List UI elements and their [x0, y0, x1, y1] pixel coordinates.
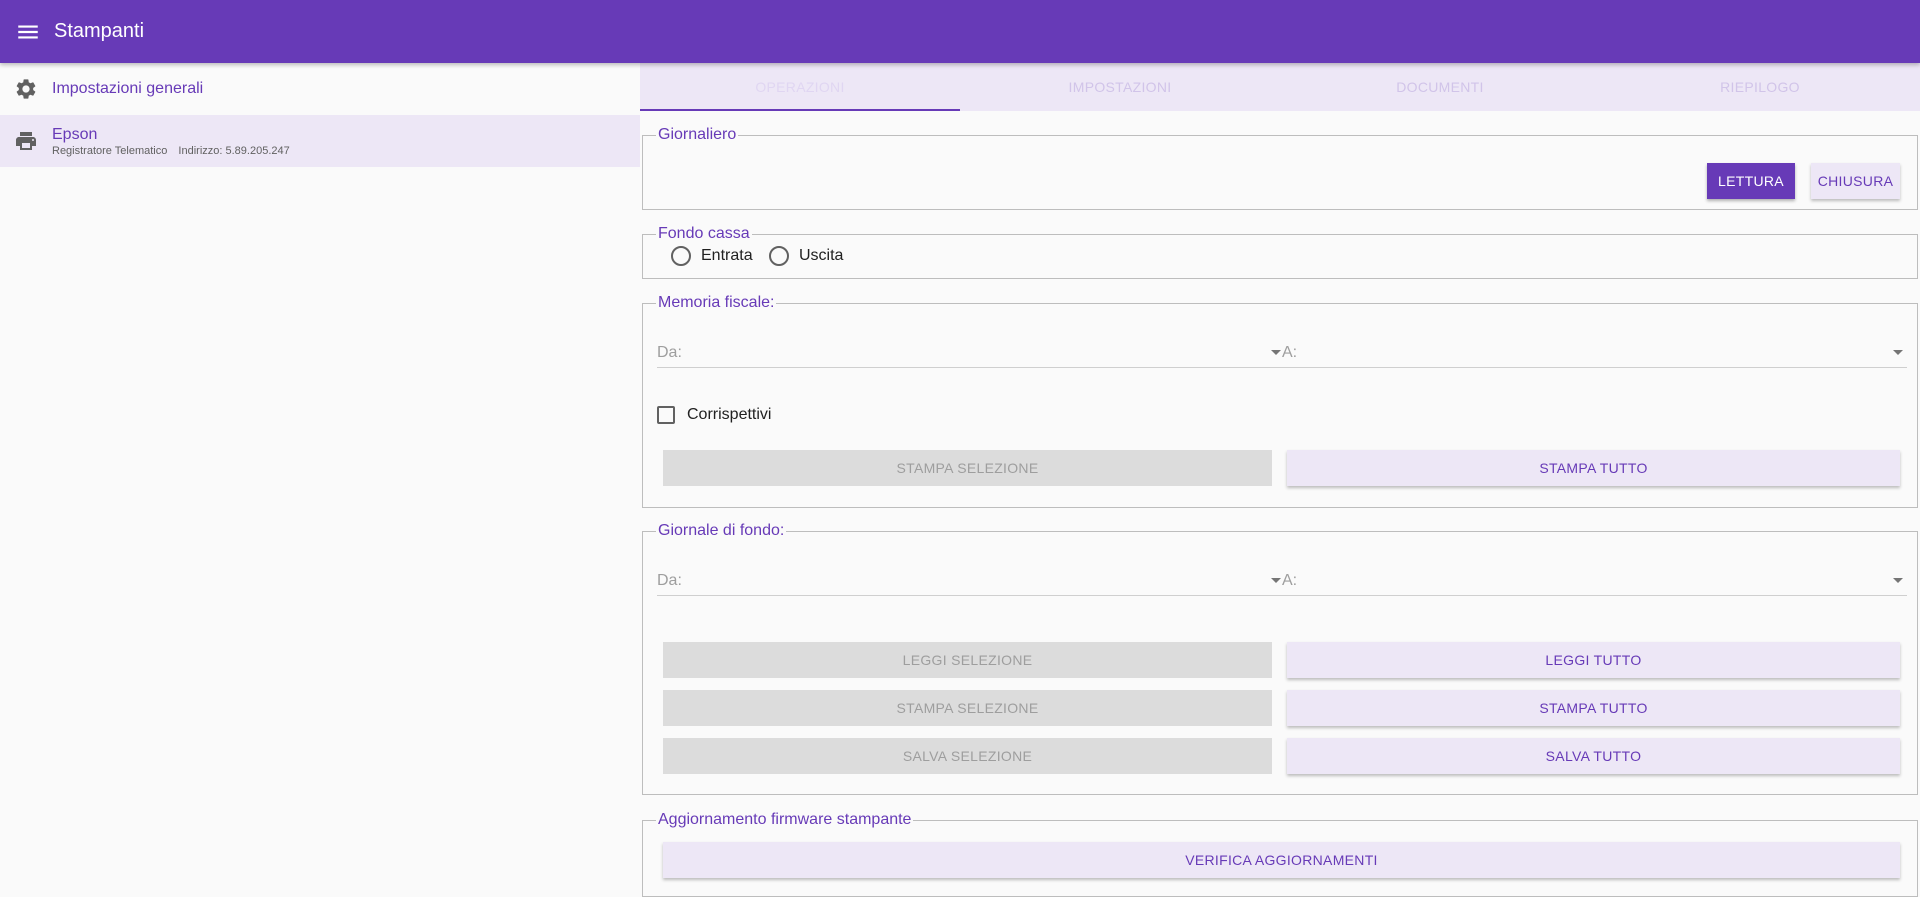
- uscita-option[interactable]: Uscita: [769, 246, 843, 266]
- entrata-radio[interactable]: [671, 246, 691, 266]
- sidebar-item-epson[interactable]: Epson Registratore Telematico Indirizzo:…: [0, 115, 640, 167]
- uscita-radio[interactable]: [769, 246, 789, 266]
- app-bar: Stampanti: [0, 0, 1920, 63]
- tab-impostazioni[interactable]: IMPOSTAZIONI: [960, 63, 1280, 111]
- tab-bar: OPERAZIONI IMPOSTAZIONI DOCUMENTI RIEPIL…: [640, 63, 1920, 111]
- menu-icon[interactable]: [14, 18, 42, 46]
- giornaliero-legend: Giornaliero: [658, 126, 737, 143]
- corrispettivi-option[interactable]: Corrispettivi: [657, 406, 771, 424]
- entrata-option[interactable]: Entrata: [671, 246, 753, 266]
- giornale-da-select[interactable]: Da:: [657, 566, 1285, 596]
- memoria-fiscale-legend: Memoria fiscale:: [658, 294, 775, 311]
- memoria-da-select[interactable]: Da:: [657, 338, 1285, 368]
- entrata-label: Entrata: [701, 247, 753, 264]
- sidebar-item-label: Impostazioni generali: [52, 80, 204, 97]
- sidebar-item-general-settings[interactable]: Impostazioni generali: [0, 63, 640, 115]
- chevron-down-icon: [1271, 578, 1281, 583]
- fondo-cassa-section: Fondo cassa Entrata Uscita: [642, 226, 1918, 279]
- gear-icon: [13, 76, 39, 102]
- lettura-button[interactable]: LETTURA: [1707, 163, 1795, 199]
- memoria-stampa-selezione-button[interactable]: STAMPA SELEZIONE: [663, 450, 1272, 486]
- uscita-label: Uscita: [799, 247, 844, 264]
- salva-tutto-button[interactable]: SALVA TUTTO: [1287, 738, 1900, 774]
- memoria-da-label: Da:: [657, 343, 682, 361]
- memoria-stampa-tutto-button[interactable]: STAMPA TUTTO: [1287, 450, 1900, 486]
- memoria-a-label: A:: [1282, 343, 1298, 361]
- giornale-fondo-legend: Giornale di fondo:: [658, 522, 785, 539]
- giornaliero-section: Giornaliero LETTURA CHIUSURA: [642, 127, 1918, 210]
- giornale-da-label: Da:: [657, 571, 682, 589]
- giornale-stampa-tutto-button[interactable]: STAMPA TUTTO: [1287, 690, 1900, 726]
- printer-type: Registratore Telematico: [52, 144, 168, 157]
- leggi-tutto-button[interactable]: LEGGI TUTTO: [1287, 642, 1900, 678]
- giornale-a-select[interactable]: A:: [1282, 566, 1907, 596]
- giornale-fondo-section: Giornale di fondo: Da: A: LEGGI SELEZION…: [642, 523, 1918, 795]
- salva-selezione-button[interactable]: SALVA SELEZIONE: [663, 738, 1272, 774]
- sidebar: Impostazioni generali Epson Registratore…: [0, 63, 640, 897]
- firmware-section: Aggiornamento firmware stampante VERIFIC…: [642, 812, 1918, 897]
- printer-icon: [13, 128, 39, 154]
- printer-address: Indirizzo: 5.89.205.247: [178, 144, 290, 157]
- corrispettivi-checkbox[interactable]: [657, 406, 675, 424]
- corrispettivi-label: Corrispettivi: [687, 406, 772, 423]
- chevron-down-icon: [1271, 350, 1281, 355]
- leggi-selezione-button[interactable]: LEGGI SELEZIONE: [663, 642, 1272, 678]
- memoria-fiscale-section: Memoria fiscale: Da: A: Corrispettivi ST…: [642, 295, 1918, 508]
- firmware-legend: Aggiornamento firmware stampante: [658, 811, 912, 828]
- giornale-a-label: A:: [1282, 571, 1298, 589]
- tab-indicator: [640, 109, 960, 111]
- chevron-down-icon: [1893, 350, 1903, 355]
- giornale-stampa-selezione-button[interactable]: STAMPA SELEZIONE: [663, 690, 1272, 726]
- chiusura-button[interactable]: CHIUSURA: [1811, 163, 1900, 199]
- verifica-aggiornamenti-button[interactable]: VERIFICA AGGIORNAMENTI: [663, 842, 1900, 878]
- printer-name: Epson: [52, 125, 98, 143]
- tab-operazioni[interactable]: OPERAZIONI: [640, 63, 960, 111]
- tab-documenti[interactable]: DOCUMENTI: [1280, 63, 1600, 111]
- app-title: Stampanti: [54, 20, 145, 42]
- memoria-a-select[interactable]: A:: [1282, 338, 1907, 368]
- fondo-cassa-legend: Fondo cassa: [658, 225, 750, 242]
- tab-riepilogo[interactable]: RIEPILOGO: [1600, 63, 1920, 111]
- chevron-down-icon: [1893, 578, 1903, 583]
- main-content: OPERAZIONI IMPOSTAZIONI DOCUMENTI RIEPIL…: [640, 63, 1920, 897]
